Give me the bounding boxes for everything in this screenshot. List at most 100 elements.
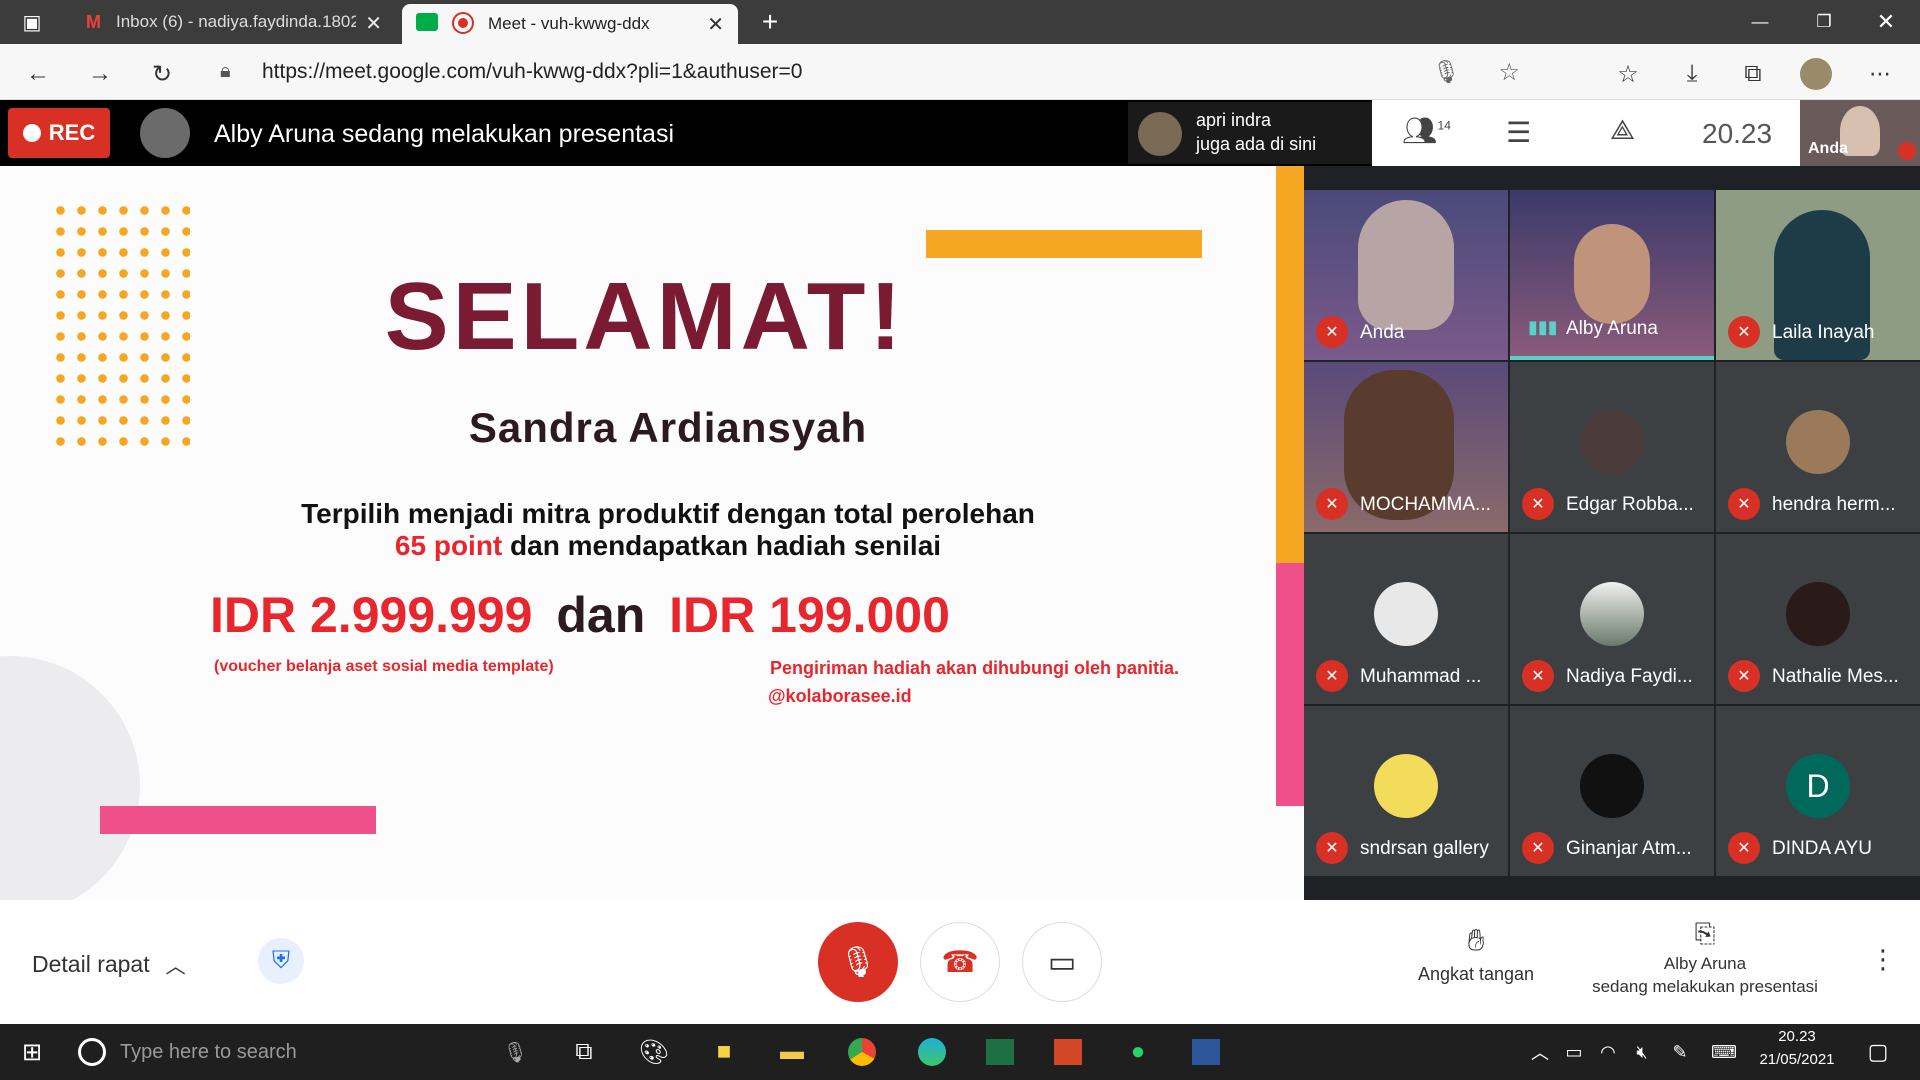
- rec-badge: REC: [8, 108, 110, 158]
- recording-icon: [452, 12, 474, 34]
- prize-note-2: Pengiriman hadiah akan dihubungi oleh pa…: [770, 658, 1180, 678]
- taskbar: ⊞ Type here to search 🎙︎ ⧉ 🎨︎ ■ ▬ ● ︿ ▭ …: [0, 1024, 1920, 1080]
- profile-avatar[interactable]: [1798, 56, 1834, 92]
- participant-video: [1574, 224, 1650, 324]
- participant-tile[interactable]: ✕ Muhammad ...: [1304, 534, 1508, 704]
- chrome-icon[interactable]: [842, 1034, 882, 1070]
- participant-grid: ✕ Anda ▮▮▮ Alby Aruna ✕ Laila Inayah ✕ MOCHA…: [1304, 166, 1920, 900]
- taskbar-search[interactable]: Type here to search 🎙︎: [64, 1024, 544, 1080]
- rec-dot-icon: [22, 124, 41, 142]
- word-icon[interactable]: [1186, 1034, 1226, 1070]
- slide-title: SELAMAT!: [384, 263, 906, 370]
- participant-tile[interactable]: ✕ sndrsan gallery: [1304, 706, 1508, 876]
- mic-off-icon: ✕: [1728, 832, 1760, 864]
- participant-tile[interactable]: ✕ hendra herm...: [1716, 362, 1920, 532]
- camera-button[interactable]: ▭: [1022, 922, 1102, 1002]
- speaking-icon: ▮▮▮: [1528, 317, 1558, 337]
- notify-avatar: [1138, 112, 1182, 156]
- tab-actions-icon[interactable]: ▣: [0, 0, 64, 44]
- chat-icon[interactable]: ☰: [1506, 116, 1531, 149]
- activities-icon[interactable]: ⟁: [1610, 114, 1635, 147]
- volume-muted-icon[interactable]: 🔇︎: [1622, 1034, 1662, 1070]
- chevron-up-icon: ︿: [165, 956, 186, 978]
- favorites-icon[interactable]: ☆: [1610, 56, 1646, 92]
- browser-tab-bar: ▣ M Inbox (6) - nadiya.faydinda.1802 ✕ M…: [0, 0, 1920, 44]
- participant-video: [1358, 200, 1454, 330]
- paint-icon[interactable]: 🎨︎: [634, 1034, 674, 1070]
- close-window-icon[interactable]: ✕: [1866, 0, 1906, 44]
- avatar: [1786, 410, 1850, 474]
- new-tab-button[interactable]: +: [750, 0, 790, 44]
- url-bar[interactable]: 🔒︎ https://meet.google.com/vuh-kwwg-ddx?…: [200, 50, 1590, 94]
- pen-icon[interactable]: ✎: [1660, 1034, 1700, 1070]
- participant-tile[interactable]: ✕ Ginanjar Atm...: [1510, 706, 1714, 876]
- mic-off-icon: ✕: [1728, 316, 1760, 348]
- winner-name: Sandra Ardiansyah: [468, 404, 868, 451]
- camera-icon: ▭: [1047, 945, 1077, 979]
- leave-call-button[interactable]: ☎︎: [920, 922, 1000, 1002]
- add-favorite-icon[interactable]: ☆: [1498, 58, 1520, 87]
- orange-bar: [926, 230, 1202, 258]
- participant-tile[interactable]: D ✕ DINDA AYU: [1716, 706, 1920, 876]
- cortana-icon: [78, 1038, 106, 1066]
- shield-icon[interactable]: ⛨: [258, 938, 304, 984]
- meeting-details-button[interactable]: Detail rapat ︿: [32, 950, 186, 979]
- avatar: [1580, 410, 1644, 474]
- presenting-button[interactable]: ⎘ Alby Aruna sedang melakukan presentasi: [1570, 918, 1840, 997]
- participant-tile[interactable]: ✕ Nadiya Faydi...: [1510, 534, 1714, 704]
- avatar: [1374, 754, 1438, 818]
- participant-tile[interactable]: ✕ Anda: [1304, 190, 1508, 360]
- meet-clock: 20.23: [1702, 118, 1773, 149]
- more-options-icon[interactable]: ⋮: [1870, 944, 1896, 975]
- edge-icon[interactable]: [912, 1034, 952, 1070]
- system-clock[interactable]: 20.23 21/05/2021: [1750, 1028, 1844, 1068]
- mic-icon: 🎙︎: [502, 1041, 528, 1064]
- self-mic-off-icon: [1898, 142, 1916, 160]
- mic-icon[interactable]: 🎙︎: [1432, 59, 1460, 85]
- reload-icon[interactable]: ↻: [144, 56, 180, 92]
- participant-tile[interactable]: ✕ Edgar Robba...: [1510, 362, 1714, 532]
- participant-tile[interactable]: ✕ MOCHAMMA...: [1304, 362, 1508, 532]
- download-icon[interactable]: ⤓: [1674, 56, 1710, 92]
- forward-icon[interactable]: →: [82, 56, 118, 92]
- mic-off-icon: ✕: [1522, 660, 1554, 692]
- close-tab-icon[interactable]: ✕: [707, 12, 724, 37]
- participant-tile[interactable]: ✕ Nathalie Mes...: [1716, 534, 1920, 704]
- meet-controls-top: 👥︎14 ☰ ⟁ 20.23: [1372, 100, 1800, 166]
- grey-circle: [0, 656, 140, 900]
- people-icon[interactable]: 👥︎14: [1402, 114, 1451, 147]
- meet-icon: [416, 13, 438, 31]
- back-icon[interactable]: ←: [20, 56, 56, 92]
- tab-inbox[interactable]: M Inbox (6) - nadiya.faydinda.1802 ✕: [72, 0, 396, 44]
- restore-icon[interactable]: ❐: [1804, 0, 1844, 44]
- lock-icon: 🔒︎: [220, 60, 231, 82]
- avatar: [1374, 582, 1438, 646]
- address-toolbar: ← → ↻ 🔒︎ https://meet.google.com/vuh-kww…: [0, 44, 1920, 100]
- mic-off-button[interactable]: 🎙︎: [818, 922, 898, 1002]
- url-text: https://meet.google.com/vuh-kwwg-ddx?pli…: [262, 60, 803, 83]
- excel-icon[interactable]: [980, 1034, 1020, 1070]
- whatsapp-icon[interactable]: ●: [1118, 1034, 1158, 1070]
- windows-start-icon[interactable]: ⊞: [12, 1034, 52, 1070]
- close-tab-icon[interactable]: ✕: [365, 11, 382, 36]
- file-explorer-icon[interactable]: ▬: [772, 1034, 812, 1070]
- keyboard-icon[interactable]: ⌨︎: [1704, 1034, 1744, 1070]
- collections-icon[interactable]: ⧉: [1735, 56, 1771, 92]
- notification-icon[interactable]: ▢: [1858, 1034, 1898, 1070]
- minimize-icon[interactable]: —: [1740, 0, 1780, 44]
- self-view[interactable]: Anda: [1800, 100, 1920, 166]
- gmail-icon: M: [86, 12, 101, 32]
- more-icon[interactable]: ⋯: [1862, 56, 1898, 92]
- task-view-icon[interactable]: ⧉: [564, 1034, 604, 1070]
- powerpoint-icon[interactable]: [1048, 1034, 1088, 1070]
- participant-tile[interactable]: ▮▮▮ Alby Aruna: [1510, 190, 1714, 360]
- raise-hand-button[interactable]: ✋︎ Angkat tangan: [1404, 924, 1548, 985]
- mic-off-icon: ✕: [1316, 488, 1348, 520]
- participant-tile[interactable]: ✕ Laila Inayah: [1716, 190, 1920, 360]
- sticky-notes-icon[interactable]: ■: [704, 1034, 744, 1070]
- present-icon: ⎘: [1694, 918, 1716, 948]
- tab-meet[interactable]: Meet - vuh-kwwg-ddx ✕: [402, 4, 738, 44]
- mic-off-icon: ✕: [1522, 488, 1554, 520]
- avatar: [1580, 754, 1644, 818]
- pink-bar: [100, 806, 376, 834]
